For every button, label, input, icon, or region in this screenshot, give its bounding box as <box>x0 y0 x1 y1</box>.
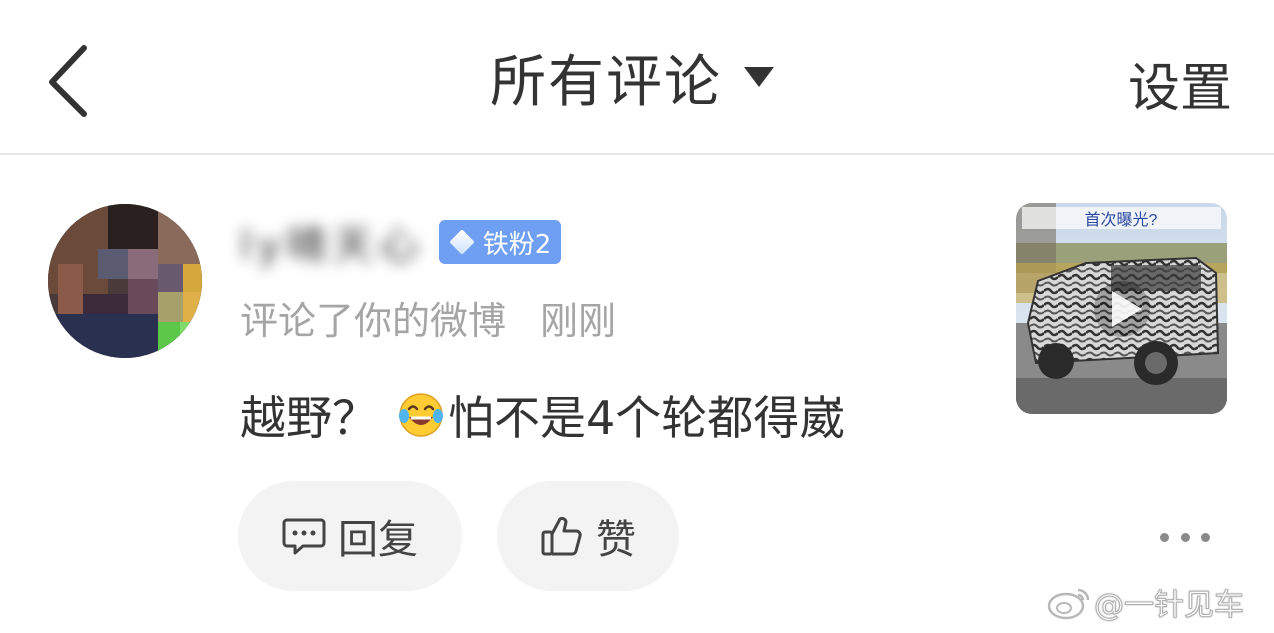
back-button[interactable] <box>40 40 100 120</box>
tears-of-joy-icon <box>399 393 443 437</box>
notification-meta: 评论了你的微博 刚刚 <box>240 290 616 345</box>
comment-filter-dropdown[interactable]: 所有评论 <box>490 42 774 115</box>
username[interactable]: ly晴天心 <box>240 213 425 271</box>
fan-badge-label: 铁粉2 <box>482 229 552 260</box>
more-button[interactable] <box>1160 528 1210 546</box>
user-line: ly晴天心 铁粉2 <box>240 213 562 271</box>
thumbnail-caption: 首次曝光? <box>1085 211 1158 229</box>
weibo-logo-icon <box>1047 588 1090 620</box>
fan-badge: 铁粉2 <box>438 220 562 264</box>
page-title: 所有评论 <box>490 49 722 115</box>
chevron-left-icon <box>49 45 87 117</box>
comment-text-end: 怕不是4个轮都得崴 <box>448 391 846 445</box>
reply-label: 回复 <box>338 517 418 563</box>
action-text: 评论了你的微博 <box>240 299 507 343</box>
like-label: 赞 <box>596 517 636 563</box>
thumbnail-image: 首次曝光? <box>1016 203 1227 414</box>
like-button[interactable]: 赞 <box>497 481 679 591</box>
top-bar: 所有评论 设置 <box>0 0 1274 155</box>
watermark: @一针见车 <box>1046 582 1245 624</box>
more-dots-icon <box>1160 532 1169 542</box>
post-thumbnail[interactable]: 首次曝光? <box>1016 203 1227 414</box>
watermark-text: @一针见车 <box>1094 588 1245 624</box>
settings-button[interactable]: 设置 <box>1128 46 1232 121</box>
diamond-icon <box>449 229 475 255</box>
timestamp: 刚刚 <box>540 299 617 343</box>
avatar[interactable] <box>48 204 202 358</box>
comment-text: 越野？ 怕不是4个轮都得崴 <box>240 382 845 448</box>
comment-text-start: 越野？ <box>240 391 378 445</box>
thumbs-up-icon <box>541 516 582 556</box>
caret-down-icon <box>744 67 774 87</box>
comment-icon <box>282 518 326 555</box>
reply-button[interactable]: 回复 <box>238 481 462 591</box>
